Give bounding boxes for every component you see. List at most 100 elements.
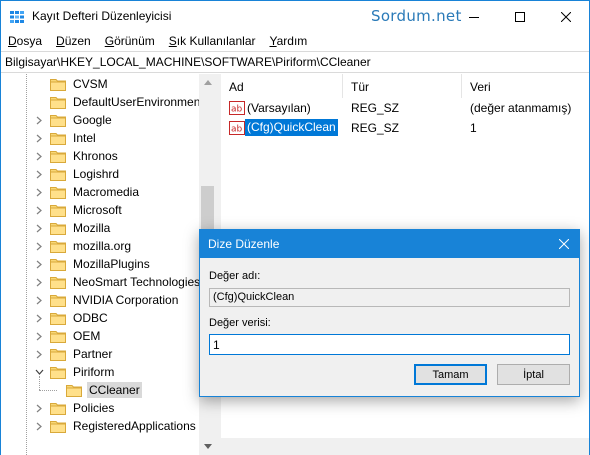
tree-item[interactable]: NVIDIA Corporation [34, 291, 180, 309]
chevron-right-icon[interactable] [34, 111, 44, 129]
menu-sik-kullanilanlar-mnemonic: S [168, 34, 177, 48]
tree-item-label: Piriform [73, 365, 115, 379]
tree-item[interactable]: DefaultUserEnvironment [34, 93, 206, 111]
dialog-close-button[interactable] [548, 230, 579, 258]
tree-item-label: Microsoft [73, 203, 122, 217]
tree-item[interactable]: OEM [34, 327, 102, 345]
tree-item-label: Logishrd [73, 167, 120, 181]
folder-icon [50, 96, 66, 109]
menu-dosya-label: osya [16, 34, 43, 48]
chevron-right-icon[interactable] [34, 165, 44, 183]
folder-icon [50, 258, 66, 271]
chevron-right-icon[interactable] [34, 309, 44, 327]
tree-item[interactable]: Partner [34, 345, 114, 363]
minimize-button[interactable] [451, 1, 497, 32]
dialog-title-bar: Dize Düzenle [200, 230, 579, 258]
folder-icon [50, 186, 66, 199]
tree-item-label: ODBC [73, 311, 108, 325]
folder-icon [50, 240, 66, 253]
tree-item-label: mozilla.org [73, 239, 132, 253]
value-name: (Varsayılan) [247, 101, 311, 115]
chevron-right-icon[interactable] [34, 219, 44, 237]
chevron-right-icon[interactable] [34, 147, 44, 165]
tree-item-label: Mozilla [73, 221, 111, 235]
chevron-right-icon[interactable] [34, 291, 44, 309]
tree-item-label: MozillaPlugins [73, 257, 150, 271]
tree-item[interactable]: Intel [34, 129, 98, 147]
chevron-right-icon[interactable] [34, 201, 44, 219]
value-row-cfg-quickclean[interactable]: ab (Cfg)QuickClean REG_SZ 1 [221, 118, 589, 138]
folder-icon [50, 114, 66, 127]
chevron-right-icon[interactable] [34, 417, 44, 435]
value-row-default[interactable]: ab (Varsayılan) REG_SZ (değer atanmamış) [221, 98, 589, 118]
tree-item[interactable]: Policies [34, 399, 116, 417]
string-value-icon: ab [229, 120, 245, 136]
chevron-right-icon[interactable] [34, 327, 44, 345]
tree-item[interactable]: RegisteredApplications [34, 417, 198, 435]
tree-item[interactable]: CCleaner [50, 381, 142, 399]
menu-yardim[interactable]: Yardım [263, 32, 315, 51]
folder-icon [50, 132, 66, 145]
tree-item[interactable]: Piriform [34, 363, 116, 381]
chevron-right-icon[interactable] [34, 345, 44, 363]
menu-duzen-mnemonic: D [56, 34, 65, 48]
chevron-right-icon[interactable] [34, 273, 44, 291]
chevron-right-icon[interactable] [34, 183, 44, 201]
folder-icon [50, 150, 66, 163]
address-bar[interactable]: Bilgisayar\HKEY_LOCAL_MACHINE\SOFTWARE\P… [1, 51, 589, 73]
svg-text:ab: ab [231, 105, 243, 115]
menu-sik-kullanilanlar[interactable]: Sık Kullanılanlar [162, 32, 263, 51]
tree-item[interactable]: CVSM [34, 75, 110, 93]
menu-dosya[interactable]: Dosya [1, 32, 49, 51]
tree-item-label: RegisteredApplications [73, 419, 196, 433]
folder-icon [50, 294, 66, 307]
value-name: (Cfg)QuickClean [245, 119, 338, 136]
ok-button[interactable]: Tamam [414, 364, 487, 385]
value-type: REG_SZ [351, 101, 400, 115]
tree-item[interactable]: Mozilla [34, 219, 112, 237]
column-header-name[interactable]: Ad [221, 74, 343, 98]
chevron-right-icon[interactable] [34, 237, 44, 255]
tree-guide-line [26, 74, 27, 455]
tree-item[interactable]: NeoSmart Technologies [34, 273, 202, 291]
values-horizontal-scrollbar[interactable] [221, 438, 589, 455]
value-name-field: (Cfg)QuickClean [209, 288, 570, 307]
folder-icon [50, 168, 66, 181]
folder-icon [50, 330, 66, 343]
column-header-data[interactable]: Veri [462, 74, 589, 98]
chevron-right-icon[interactable] [34, 129, 44, 147]
menu-gorunum[interactable]: Görünüm [98, 32, 162, 51]
menu-duzen[interactable]: Düzen [49, 32, 98, 51]
maximize-icon [515, 11, 525, 22]
scroll-down-arrow-icon[interactable] [199, 438, 216, 455]
column-header-type[interactable]: Tür [343, 74, 462, 98]
tree-item[interactable]: Google [34, 111, 114, 129]
value-data: 1 [470, 121, 477, 135]
folder-icon [50, 402, 66, 415]
close-button[interactable] [543, 1, 589, 32]
edit-string-dialog: Dize Düzenle Değer adı: (Cfg)QuickClean … [199, 229, 580, 397]
maximize-button[interactable] [497, 1, 543, 32]
menu-bar: Dosya Düzen Görünüm Sık Kullanılanlar Ya… [1, 32, 589, 51]
regedit-app-icon [9, 9, 25, 25]
tree-item[interactable]: Khronos [34, 147, 120, 165]
tree-item[interactable]: Logishrd [34, 165, 121, 183]
cancel-button[interactable]: İptal [497, 364, 570, 385]
tree-guide-line [39, 390, 57, 391]
folder-icon [50, 348, 66, 361]
value-data-input[interactable] [209, 334, 570, 355]
tree-item[interactable]: Microsoft [34, 201, 124, 219]
svg-text:ab: ab [231, 125, 243, 135]
tree-item-label: Macromedia [73, 185, 140, 199]
chevron-right-icon[interactable] [34, 399, 44, 417]
chevron-right-icon[interactable] [34, 255, 44, 273]
tree-item[interactable]: ODBC [34, 309, 110, 327]
value-data-label: Değer verisi: [209, 317, 271, 329]
tree-guide-line [39, 376, 40, 390]
tree-item[interactable]: MozillaPlugins [34, 255, 152, 273]
scroll-up-arrow-icon[interactable] [199, 74, 216, 91]
tree-item[interactable]: mozilla.org [34, 237, 133, 255]
tree-item-label: OEM [73, 329, 101, 343]
tree-item[interactable]: Macromedia [34, 183, 141, 201]
